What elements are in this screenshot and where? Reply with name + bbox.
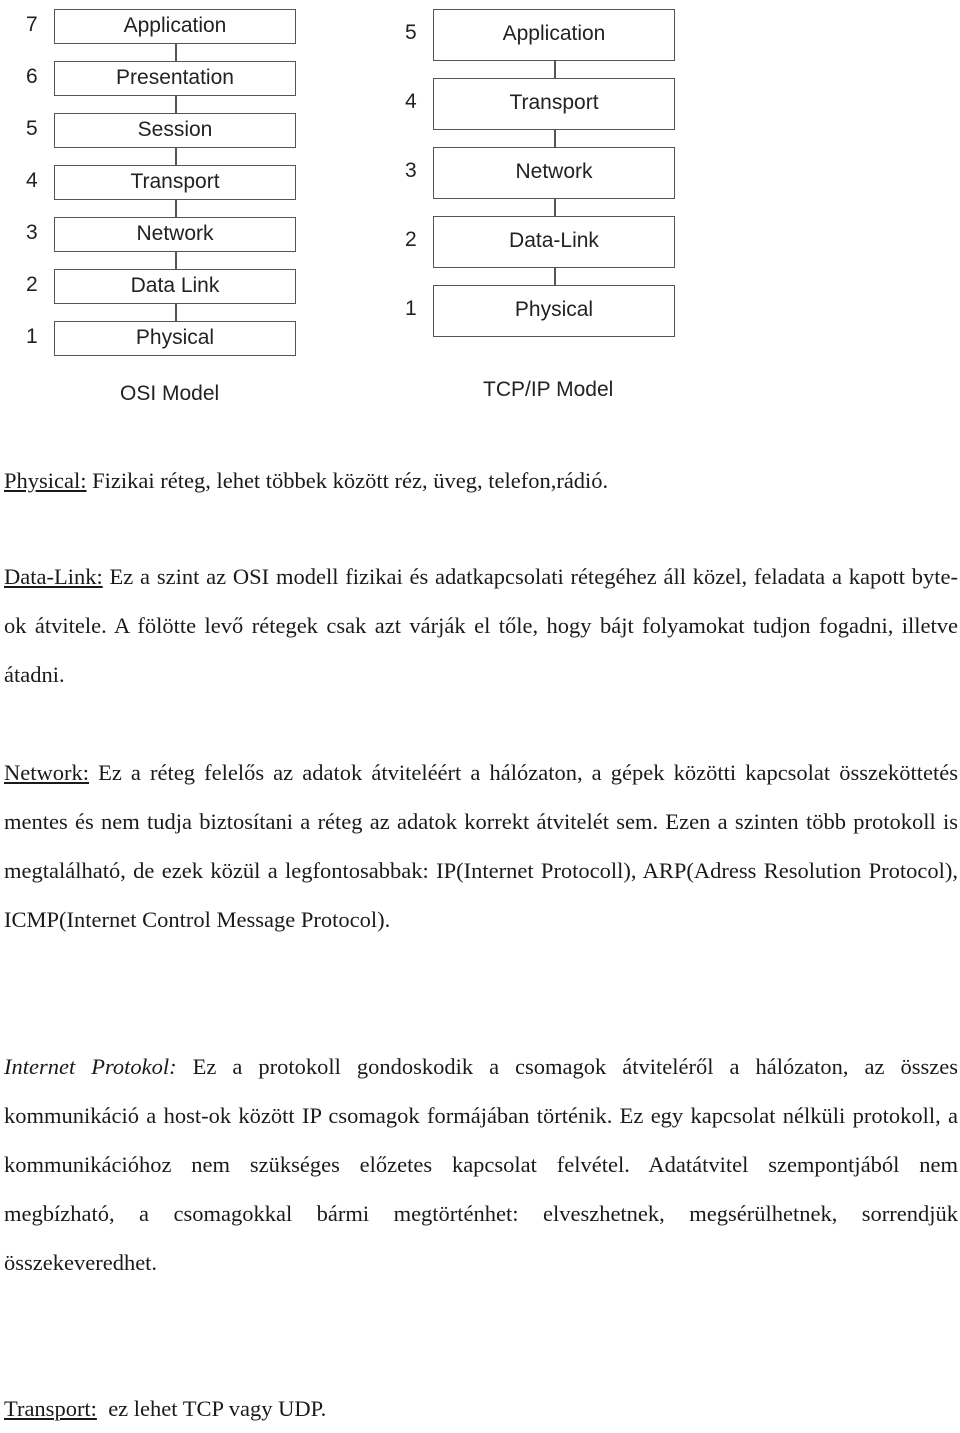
section-physical: Physical: Fizikai réteg, lehet többek kö… xyxy=(4,456,958,505)
transport-paragraph: Transport: ez lehet TCP vagy UDP. xyxy=(4,1384,958,1433)
layer-box: Presentation xyxy=(54,61,296,96)
section-internet-protocol: Internet Protokol: Ez a protokoll gondos… xyxy=(4,1042,958,1287)
layer-number: 2 xyxy=(405,228,417,251)
layer-number: 3 xyxy=(26,221,38,244)
network-paragraph: Network: Ez a réteg felelős az adatok át… xyxy=(4,748,958,944)
layer-connector xyxy=(175,200,177,217)
layer-box: Data-Link xyxy=(433,216,675,268)
tcpip-model-caption: TCP/IP Model xyxy=(483,378,614,401)
transport-term: Transport: xyxy=(4,1396,97,1421)
layer-number: 2 xyxy=(26,273,38,296)
layer-box: Transport xyxy=(433,78,675,130)
layer-connector xyxy=(175,96,177,113)
layer-connector xyxy=(554,130,556,147)
internet-protocol-paragraph: Internet Protokol: Ez a protokoll gondos… xyxy=(4,1042,958,1287)
layer-box: Application xyxy=(54,9,296,44)
network-text: Ez a réteg felelős az adatok átviteléért… xyxy=(4,760,958,932)
network-term: Network: xyxy=(4,760,89,785)
data-link-paragraph: Data-Link: Ez a szint az OSI modell fizi… xyxy=(4,552,958,699)
physical-term: Physical: xyxy=(4,468,87,493)
section-data-link: Data-Link: Ez a szint az OSI modell fizi… xyxy=(4,552,958,699)
layer-number: 5 xyxy=(26,117,38,140)
layer-connector xyxy=(554,61,556,78)
section-transport: Transport: ez lehet TCP vagy UDP. xyxy=(4,1384,958,1433)
layer-box: Network xyxy=(433,147,675,199)
data-link-text: Ez a szint az OSI modell fizikai és adat… xyxy=(4,564,958,687)
internet-protocol-term: Internet Protokol: xyxy=(4,1054,177,1079)
transport-text: ez lehet TCP vagy UDP. xyxy=(96,1396,327,1421)
layer-number: 6 xyxy=(26,65,38,88)
layer-box: Data Link xyxy=(54,269,296,304)
network-models-diagram: 7 Application 6 Presentation 5 Session 4 Transp… xyxy=(0,0,960,420)
internet-protocol-text: Ez a protokoll gondoskodik a csomagok át… xyxy=(4,1054,959,1275)
layer-connector xyxy=(554,268,556,285)
layer-connector xyxy=(554,199,556,216)
layer-box: Transport xyxy=(54,165,296,200)
layer-number: 1 xyxy=(26,325,38,348)
layer-box: Physical xyxy=(433,285,675,337)
layer-connector xyxy=(175,148,177,165)
layer-connector xyxy=(175,252,177,269)
layer-box: Application xyxy=(433,9,675,61)
layer-number: 5 xyxy=(405,21,417,44)
layer-number: 7 xyxy=(26,13,38,36)
layer-connector xyxy=(175,44,177,61)
layer-box: Network xyxy=(54,217,296,252)
section-network: Network: Ez a réteg felelős az adatok át… xyxy=(4,748,958,944)
layer-number: 1 xyxy=(405,297,417,320)
layer-number: 4 xyxy=(26,169,38,192)
layer-box: Physical xyxy=(54,321,296,356)
physical-paragraph: Physical: Fizikai réteg, lehet többek kö… xyxy=(4,456,958,505)
osi-model-caption: OSI Model xyxy=(120,382,220,405)
layer-box: Session xyxy=(54,113,296,148)
layer-number: 3 xyxy=(405,159,417,182)
layer-connector xyxy=(175,304,177,321)
physical-text: Fizikai réteg, lehet többek között réz, … xyxy=(86,468,609,493)
layer-number: 4 xyxy=(405,90,417,113)
data-link-term: Data-Link: xyxy=(4,564,103,589)
